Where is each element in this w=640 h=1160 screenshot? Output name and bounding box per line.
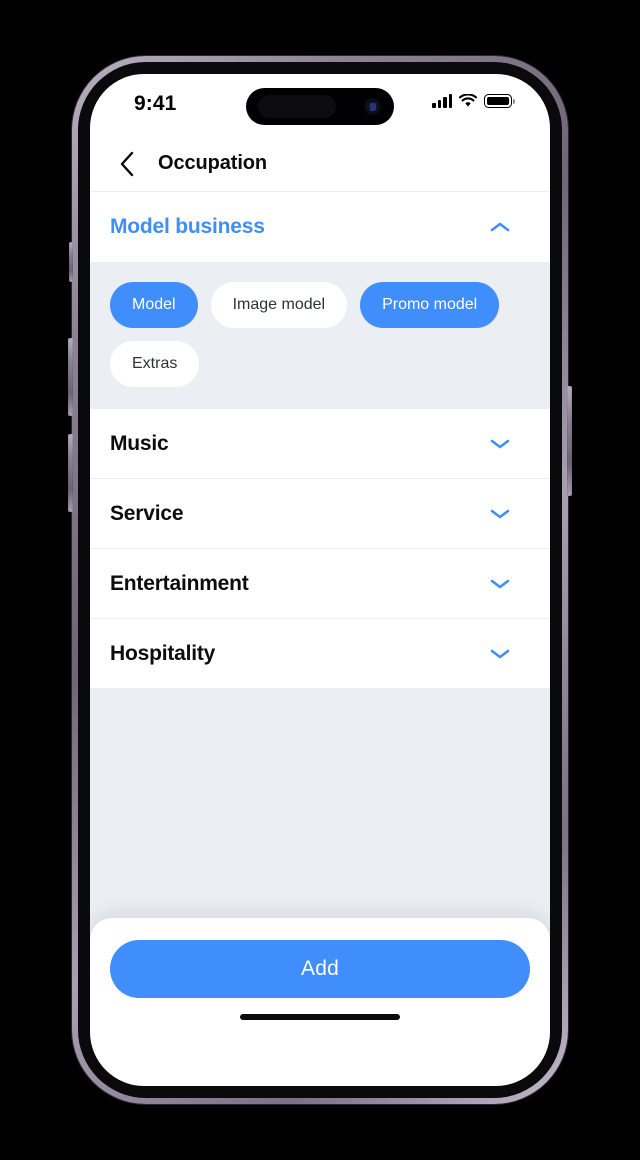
cellular-signal-icon xyxy=(432,94,452,108)
add-button[interactable]: Add xyxy=(110,940,530,998)
chip-label: Extras xyxy=(132,355,178,372)
chevron-down-icon xyxy=(490,439,510,448)
accordion-header-service[interactable]: Service xyxy=(90,479,550,549)
volume-down-button[interactable] xyxy=(68,434,73,512)
chip-label: Model xyxy=(132,296,176,313)
back-button[interactable] xyxy=(110,147,144,181)
phone-screen: 9:41 Occupation Model business Model Ima… xyxy=(90,74,550,1086)
volume-up-button[interactable] xyxy=(68,338,73,416)
dynamic-island xyxy=(246,88,394,125)
chevron-down-icon xyxy=(490,649,510,658)
accordion-header-music[interactable]: Music xyxy=(90,409,550,479)
chip-image-model[interactable]: Image model xyxy=(210,282,348,328)
chip-promo-model[interactable]: Promo model xyxy=(360,282,500,328)
action-button[interactable] xyxy=(69,242,73,282)
chip-label: Image model xyxy=(232,296,326,313)
wifi-icon xyxy=(459,94,477,107)
chevron-down-icon xyxy=(490,509,510,518)
home-indicator[interactable] xyxy=(240,1014,400,1020)
accordion-title: Model business xyxy=(110,215,265,238)
accordion-title: Music xyxy=(110,431,169,455)
chip-label: Promo model xyxy=(382,296,478,313)
accordion-title: Entertainment xyxy=(110,571,249,595)
accordion-title: Service xyxy=(110,501,184,525)
chip-model[interactable]: Model xyxy=(110,282,198,328)
accordion-header-hospitality[interactable]: Hospitality xyxy=(90,619,550,689)
accordion-header-model-business[interactable]: Model business xyxy=(90,192,550,262)
battery-fill xyxy=(486,96,510,106)
status-icons xyxy=(432,94,515,108)
screenshot-canvas: 9:41 Occupation Model business Model Ima… xyxy=(0,0,640,1160)
chevron-up-icon xyxy=(490,222,510,232)
page-title: Occupation xyxy=(158,152,268,174)
power-button[interactable] xyxy=(567,386,572,496)
phone-frame: 9:41 Occupation Model business Model Ima… xyxy=(68,56,572,1104)
front-camera-icon xyxy=(364,98,381,115)
chevron-down-icon xyxy=(490,579,510,588)
nav-header: Occupation xyxy=(90,136,550,192)
status-time: 9:41 xyxy=(134,92,177,115)
chip-extras[interactable]: Extras xyxy=(110,341,200,387)
accordion-title: Hospitality xyxy=(110,641,216,665)
chips-panel-model-business: Model Image model Promo model Extras xyxy=(90,262,550,409)
battery-icon xyxy=(484,94,515,108)
earpiece-speaker xyxy=(258,95,336,118)
chevron-left-icon xyxy=(120,151,134,176)
accordion-header-entertainment[interactable]: Entertainment xyxy=(90,549,550,619)
occupation-list: Model business Model Image model Promo m… xyxy=(90,192,550,1030)
